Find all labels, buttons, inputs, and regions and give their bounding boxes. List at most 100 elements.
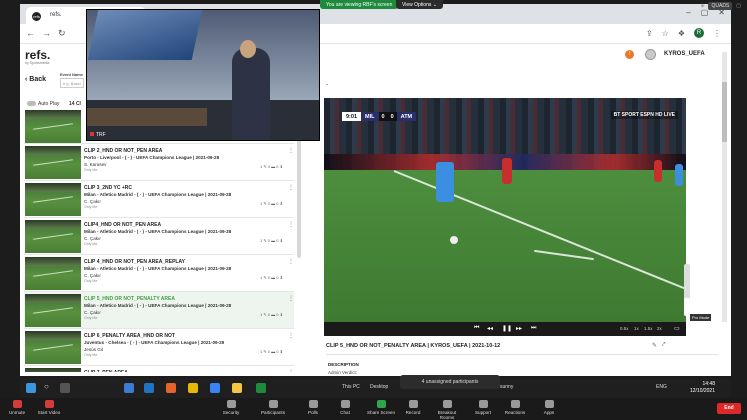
reload-icon[interactable]: ↻ <box>58 28 66 39</box>
view-options-label: View Options <box>402 2 432 8</box>
clock-date: 12/10/2021 <box>689 388 715 394</box>
support-button[interactable]: Support <box>468 400 498 415</box>
next-frame-icon[interactable]: ⏭ <box>531 325 536 332</box>
start-video-button[interactable]: Start Video <box>34 400 64 415</box>
event-name-input[interactable]: e.g. Basel <box>60 78 84 88</box>
breakout-rooms-button[interactable]: Breakout Rooms <box>432 400 462 420</box>
participants-button[interactable]: Participants <box>258 400 288 415</box>
firefox-icon[interactable] <box>166 383 176 393</box>
user-name[interactable]: KYROS_UEFA <box>664 51 705 57</box>
excel-icon[interactable] <box>256 383 266 393</box>
clip-match: Juventus - Chelsea - ( - ) - UEFA Champi… <box>84 340 225 345</box>
pause-icon[interactable]: ❚❚ <box>502 325 512 332</box>
video-player[interactable]: 9:01 MIL 0 0 ATM BT SPORT ESPN HD LIVE <box>324 98 686 336</box>
mode-tooltip: Pro Mode <box>690 314 712 321</box>
end-button[interactable]: End <box>717 403 741 414</box>
chrome-icon[interactable] <box>188 383 198 393</box>
speaker-video[interactable]: TRF <box>86 9 320 141</box>
forward-arrow-icon[interactable]: → <box>42 28 51 38</box>
speed-1[interactable]: 1x <box>634 326 639 331</box>
notification-icon[interactable]: ! <box>625 50 634 59</box>
browser-menu-icon[interactable]: ⋮ <box>713 29 721 38</box>
shield-icon[interactable]: ◆ <box>701 3 705 9</box>
zoom-top-controls: ◆ QUADS ▢ <box>701 2 741 10</box>
clip-list-item[interactable]: CLIP 7_PEN AREA ⋮ <box>24 366 294 372</box>
clip-menu-icon[interactable]: ⋮ <box>288 147 294 154</box>
speed-1-5[interactable]: 1.5x <box>644 326 653 331</box>
clip-match: Milan - Atletico Madrid - ( - ) - UEFA C… <box>84 303 232 308</box>
polls-button[interactable]: Polls <box>298 400 328 415</box>
view-options-button[interactable]: View Options ⌄ <box>396 0 443 9</box>
outlook-icon[interactable] <box>144 383 154 393</box>
avatar[interactable] <box>645 49 656 60</box>
minimize-icon[interactable]: – <box>686 8 690 17</box>
clip-stats: 1 ✎ 0 ▬ 0 ⬇ <box>260 238 283 243</box>
back-arrow-icon[interactable]: ← <box>26 28 35 38</box>
refs-logo[interactable]: refs. <box>25 48 50 62</box>
clip-menu-icon[interactable]: ⋮ <box>288 332 294 339</box>
task-view-icon[interactable] <box>60 383 70 393</box>
player-blue <box>675 164 683 186</box>
view-pill[interactable]: QUADS <box>708 2 733 10</box>
desktop-label[interactable]: Desktop <box>370 384 388 390</box>
edge-icon[interactable] <box>124 383 134 393</box>
extensions-icon[interactable]: ❖ <box>678 29 685 38</box>
clip-list-item[interactable]: CLIP 2_HND OR NOT_PEN AREA Porto - Liverp… <box>24 144 294 181</box>
fullscreen-icon[interactable]: ▭ <box>674 325 680 332</box>
profile-avatar[interactable]: R <box>694 28 704 38</box>
apps-button[interactable]: Apps <box>534 400 564 415</box>
system-clock[interactable]: 14:48 12/10/2021 <box>690 381 715 395</box>
clip-menu-icon[interactable]: ⋮ <box>288 258 294 265</box>
folder-icon[interactable] <box>232 383 242 393</box>
speed-0-5[interactable]: 0.5x <box>620 326 629 331</box>
clock-time: 14:48 <box>702 381 715 387</box>
this-pc-label[interactable]: This PC <box>342 384 360 390</box>
clip-count: 14 Cl <box>69 101 81 107</box>
star-icon[interactable]: ☆ <box>662 29 669 38</box>
autoplay-toggle[interactable]: Auto Play <box>27 101 59 107</box>
edit-icon[interactable]: ✎ <box>652 342 657 349</box>
weather-label[interactable]: sunny <box>500 384 513 390</box>
security-button[interactable]: Security <box>216 400 246 415</box>
language-label[interactable]: ENG <box>656 384 667 390</box>
search-icon[interactable]: ○ <box>44 382 54 392</box>
clip-stats: 1 ✎ 0 ▬ 0 ⬇ <box>260 312 283 317</box>
clip-list-item[interactable]: CLIP 3_2ND YC +RC Milan - Atletico Madrid… <box>24 181 294 218</box>
back-button[interactable]: ‹ Back <box>25 76 46 83</box>
windows-start-icon[interactable] <box>26 383 36 393</box>
page-scrollbar[interactable] <box>722 52 727 322</box>
prev-frame-icon[interactable]: ⏮ <box>474 325 479 332</box>
scoreboard: 9:01 MIL 0 0 ATM <box>342 112 417 121</box>
refs-favicon-icon: refs <box>32 12 41 21</box>
clip-list-item[interactable]: CLIP 4_HND OR NOT_PEN AREA_REPLAY Milan -… <box>24 255 294 292</box>
clip-thumbnail <box>25 257 81 290</box>
rewind-icon[interactable]: ◂◂ <box>487 325 493 332</box>
speaker-person <box>232 48 270 140</box>
speed-2[interactable]: 2x <box>657 326 662 331</box>
clip-menu-icon[interactable]: ⋮ <box>288 184 294 191</box>
record-button[interactable]: Record <box>398 400 428 415</box>
unassigned-participants[interactable]: 4 unassigned participants <box>400 375 500 389</box>
clip-list-item[interactable]: CLIP 6_PENALTY AREA_HND OR NOT Juventus -… <box>24 329 294 366</box>
clip-menu-icon[interactable]: ⋮ <box>288 369 294 372</box>
clip-title: CLIP 6_PENALTY AREA_HND OR NOT <box>84 333 175 339</box>
clip-list-item[interactable]: CLIP4_HND OR NOT_PEN AREA Milan - Atletic… <box>24 218 294 255</box>
page-scrollbar-thumb[interactable] <box>722 82 727 142</box>
clip-list-item[interactable]: CLIP 5_HND OR NOT_PENALTY AREA Milan - At… <box>24 292 294 329</box>
chat-button[interactable]: Chat <box>330 400 360 415</box>
chevron-down-icon[interactable]: ⌄ <box>325 81 329 87</box>
share-icon[interactable]: ⇪ <box>646 29 653 38</box>
clip-menu-icon[interactable]: ⋮ <box>288 295 294 302</box>
clip-menu-icon[interactable]: ⋮ <box>288 221 294 228</box>
fullscreen-icon[interactable]: ▢ <box>736 3 741 9</box>
unmute-button[interactable]: Unmute <box>2 400 32 415</box>
volume-slider[interactable] <box>684 264 690 316</box>
reactions-button[interactable]: Reactions <box>500 400 530 415</box>
record-icon <box>408 400 418 408</box>
clip-stats: 1 ✎ 0 ▬ 0 ⬇ <box>260 349 283 354</box>
participant-name: TRF <box>90 132 106 138</box>
zoom-app-icon[interactable] <box>210 383 220 393</box>
share-screen-button[interactable]: Share Screen <box>366 400 396 415</box>
share-icon[interactable]: ⤤ <box>662 342 665 349</box>
forward-icon[interactable]: ▸▸ <box>516 325 522 332</box>
